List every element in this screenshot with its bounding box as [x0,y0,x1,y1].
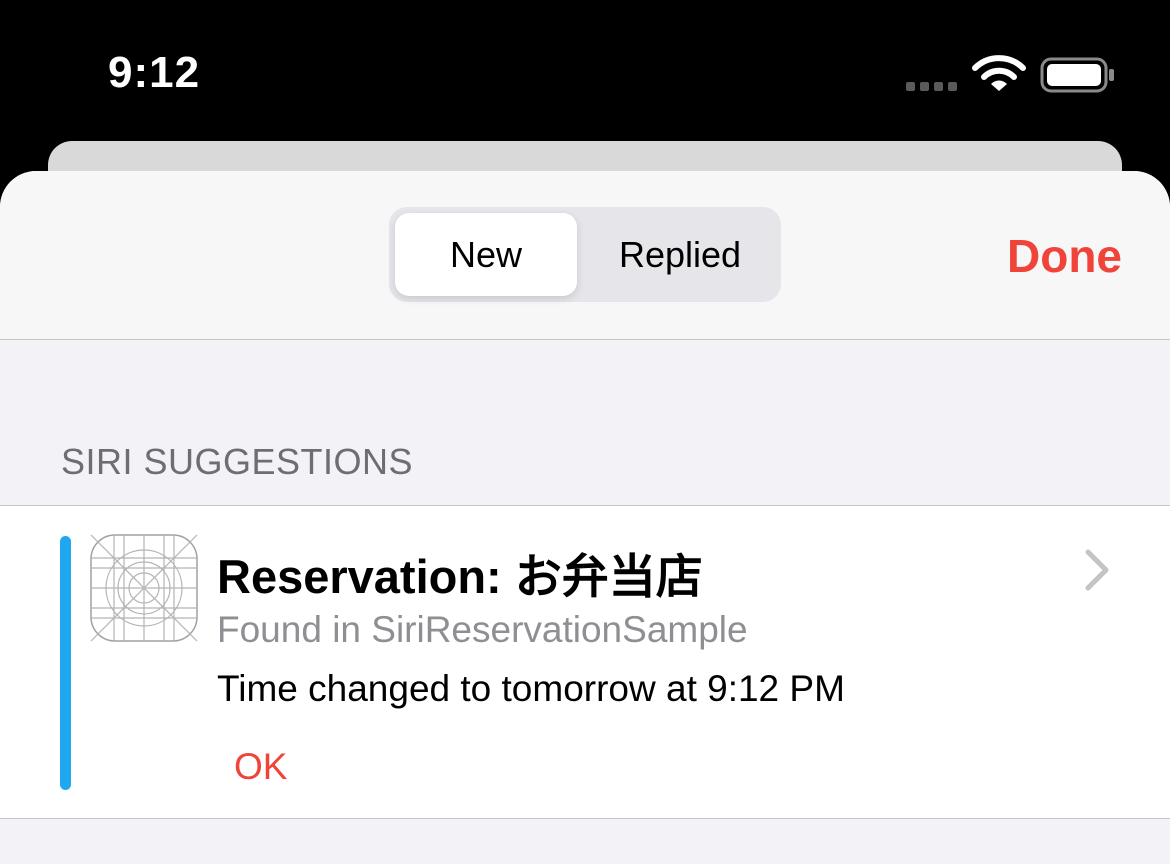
ok-button[interactable]: OK [234,746,287,788]
battery-icon [1040,57,1114,93]
segment-new[interactable]: New [395,213,577,296]
wifi-icon [972,55,1026,91]
suggestion-indicator-bar [60,536,71,790]
suggestion-source: Found in SiriReservationSample [217,609,748,650]
done-button[interactable]: Done [1007,229,1122,283]
status-time: 9:12 [108,48,201,97]
suggestion-detail: Time changed to tomorrow at 9:12 PM [217,668,845,709]
segment-replied[interactable]: Replied [585,213,775,296]
app-icon-placeholder [90,534,198,642]
chevron-right-icon[interactable] [1084,548,1110,592]
navigation-bar: New Replied Done [0,171,1170,340]
suggestion-title: Reservation: お弁当店 [217,550,703,603]
cellular-signal-icon [906,82,957,91]
segmented-control: New Replied [389,207,781,302]
status-bar: 9:12 [0,0,1170,140]
section-header: SIRI SUGGESTIONS [61,441,414,482]
messages-sheet: New Replied Done SIRI SUGGESTIONS Reserv… [0,171,1170,864]
siri-suggestion-card[interactable]: Reservation: お弁当店 Found in SiriReservati… [0,505,1170,819]
